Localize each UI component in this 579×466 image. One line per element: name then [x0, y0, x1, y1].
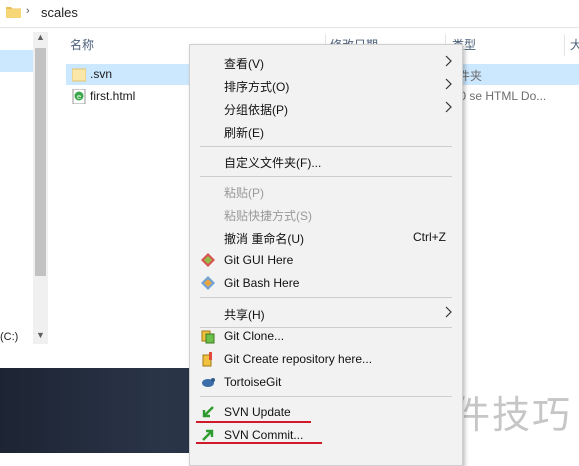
- menu-item-tortoisegit[interactable]: TortoiseGit: [190, 371, 462, 393]
- menu-separator: [200, 146, 452, 147]
- menu-item-label: 撤消 重命名(U): [224, 232, 304, 246]
- menu-item-refresh[interactable]: 刷新(E): [190, 120, 462, 142]
- menu-item-customize[interactable]: 自定义文件夹(F)...: [190, 150, 462, 172]
- menu-item-shortcut: Ctrl+Z: [413, 230, 446, 244]
- git-gui-icon: [201, 253, 215, 267]
- menu-item-git-gui[interactable]: Git GUI Here: [190, 249, 462, 271]
- menu-item-git-bash[interactable]: Git Bash Here: [190, 272, 462, 294]
- svg-text:e: e: [77, 93, 81, 101]
- menu-item-label: 粘贴(P): [224, 186, 264, 200]
- highlight-underline: [196, 442, 322, 444]
- address-bar[interactable]: › scales: [0, 0, 579, 28]
- menu-separator: [200, 297, 452, 298]
- breadcrumb[interactable]: scales: [41, 5, 78, 20]
- nav-drive-label[interactable]: (C:): [0, 331, 18, 343]
- submenu-arrow-icon: [445, 55, 452, 67]
- folder-icon: [6, 7, 21, 18]
- context-menu: 查看(V) 排序方式(O) 分组依据(P) 刷新(E) 自定义文件夹(F)...…: [189, 44, 463, 466]
- submenu-arrow-icon: [445, 78, 452, 90]
- git-clone-icon: [201, 330, 215, 344]
- chevron-right-icon[interactable]: ›: [26, 5, 30, 17]
- html-file-icon: e: [72, 89, 86, 104]
- column-divider[interactable]: [564, 34, 565, 56]
- scrollbar-thumb[interactable]: [35, 48, 46, 276]
- svn-update-icon: [202, 406, 214, 418]
- menu-item-label: TortoiseGit: [224, 375, 282, 389]
- menu-item-undo[interactable]: 撤消 重命名(U) Ctrl+Z: [190, 226, 462, 248]
- nav-scrollbar[interactable]: ▲ ▼: [33, 32, 48, 344]
- menu-item-label: 共享(H): [224, 308, 265, 322]
- folder-icon: [72, 68, 86, 82]
- scroll-down-icon[interactable]: ▼: [33, 330, 48, 344]
- menu-item-label: 刷新(E): [224, 126, 264, 140]
- menu-item-label: 查看(V): [224, 57, 264, 71]
- scroll-up-icon[interactable]: ▲: [33, 32, 48, 46]
- git-bash-icon: [201, 276, 215, 290]
- menu-separator: [200, 396, 452, 397]
- menu-item-label: 自定义文件夹(F)...: [224, 156, 322, 170]
- menu-item-sort[interactable]: 排序方式(O): [190, 74, 462, 96]
- menu-item-share[interactable]: 共享(H): [190, 302, 462, 324]
- nav-selected-item[interactable]: [0, 50, 33, 72]
- file-name: .svn: [90, 67, 113, 81]
- svn-commit-icon: [202, 429, 214, 441]
- menu-item-label: SVN Commit...: [224, 428, 304, 442]
- menu-item-paste-shortcut: 粘贴快捷方式(S): [190, 203, 462, 225]
- column-header-size[interactable]: 大: [570, 36, 579, 56]
- navigation-pane: (C:): [0, 28, 33, 350]
- menu-item-label: 粘贴快捷方式(S): [224, 209, 312, 223]
- menu-item-label: Git Clone...: [224, 329, 285, 343]
- menu-item-paste: 粘贴(P): [190, 180, 462, 202]
- menu-item-label: 排序方式(O): [224, 80, 290, 94]
- submenu-arrow-icon: [445, 101, 452, 113]
- file-name: first.html: [90, 89, 136, 103]
- submenu-arrow-icon: [445, 306, 452, 318]
- menu-item-label: 分组依据(P): [224, 103, 288, 117]
- menu-item-label: Git GUI Here: [224, 253, 294, 267]
- menu-item-svn-update[interactable]: SVN Update: [190, 401, 462, 423]
- menu-separator: [200, 176, 452, 177]
- git-create-repo-icon: [202, 352, 212, 367]
- column-header-name[interactable]: 名称: [70, 36, 94, 56]
- highlight-underline: [196, 421, 311, 423]
- tortoisegit-icon: [202, 378, 215, 387]
- menu-item-label: SVN Update: [224, 405, 291, 419]
- menu-item-label: Git Bash Here: [224, 276, 300, 290]
- menu-item-view[interactable]: 查看(V): [190, 51, 462, 73]
- menu-item-git-clone[interactable]: Git Clone...: [190, 325, 462, 347]
- menu-item-group[interactable]: 分组依据(P): [190, 97, 462, 119]
- menu-item-label: Git Create repository here...: [224, 352, 373, 366]
- menu-item-git-create[interactable]: Git Create repository here...: [190, 348, 462, 370]
